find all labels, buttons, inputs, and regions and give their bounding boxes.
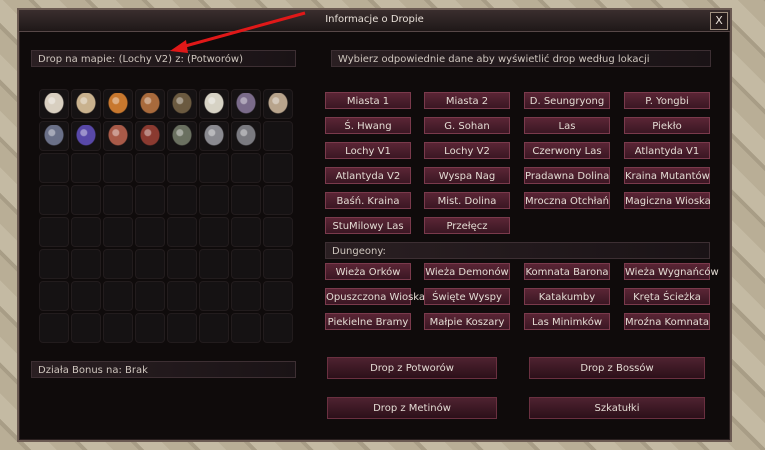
red-arrow-annotation: [170, 11, 306, 53]
